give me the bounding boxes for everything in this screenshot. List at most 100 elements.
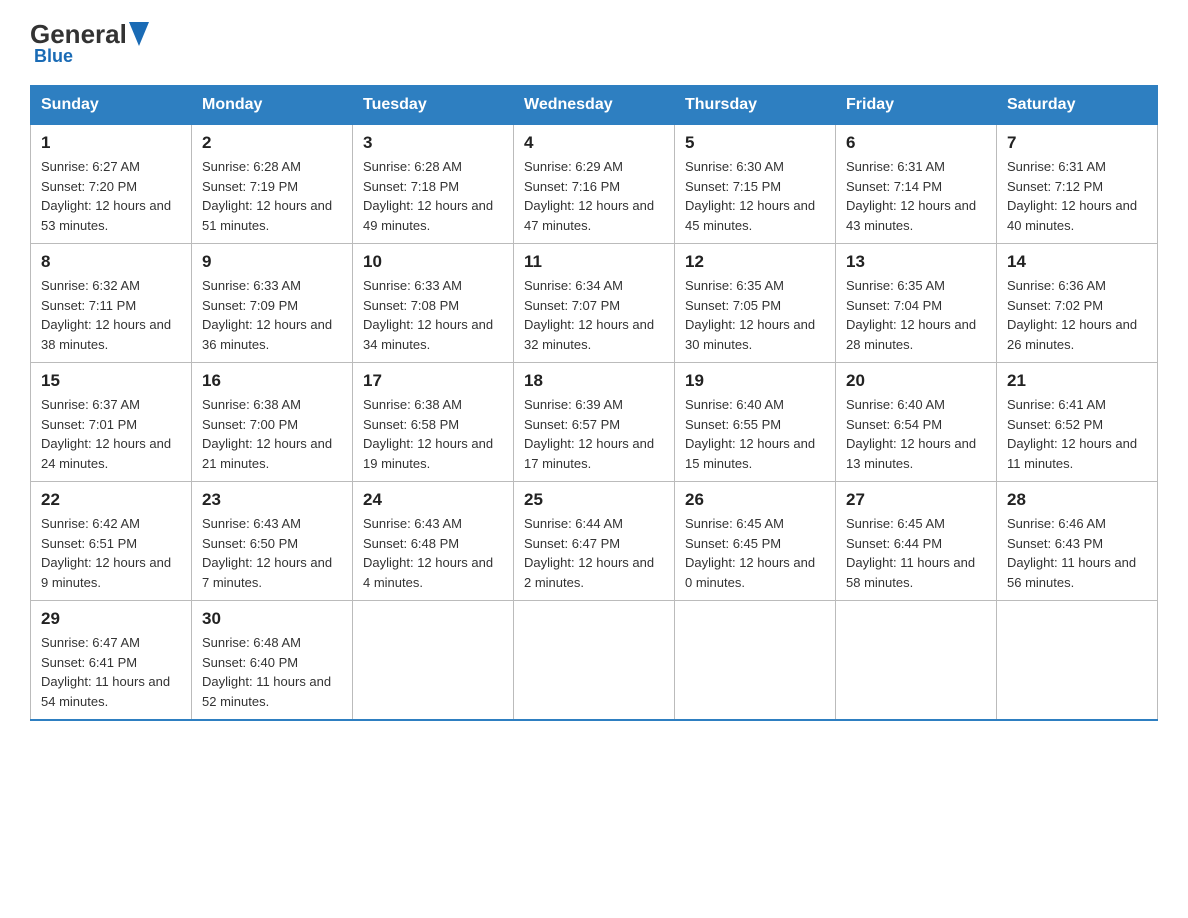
day-number: 23: [202, 490, 342, 510]
day-info: Sunrise: 6:37 AMSunset: 7:01 PMDaylight:…: [41, 395, 181, 473]
day-number: 28: [1007, 490, 1147, 510]
logo-blue-text: Blue: [34, 46, 73, 67]
page-header: General Blue: [30, 20, 1158, 67]
day-info: Sunrise: 6:28 AMSunset: 7:18 PMDaylight:…: [363, 157, 503, 235]
day-number: 7: [1007, 133, 1147, 153]
calendar-cell: 4Sunrise: 6:29 AMSunset: 7:16 PMDaylight…: [514, 125, 675, 244]
calendar-cell: 8 Sunrise: 6:32 AMSunset: 7:11 PMDaylight…: [31, 244, 192, 363]
calendar-cell: 21Sunrise: 6:41 AMSunset: 6:52 PMDayligh…: [997, 363, 1158, 482]
day-number: 30: [202, 609, 342, 629]
day-info: Sunrise: 6:40 AMSunset: 6:55 PMDaylight:…: [685, 395, 825, 473]
calendar-cell: 30 Sunrise: 6:48 AMSunset: 6:40 PMDayligh…: [192, 601, 353, 721]
day-number: 20: [846, 371, 986, 391]
calendar-week-row: 1 Sunrise: 6:27 AMSunset: 7:20 PMDaylight…: [31, 125, 1158, 244]
day-number: 3: [363, 133, 503, 153]
day-number: 10: [363, 252, 503, 272]
calendar-cell: [514, 601, 675, 721]
calendar-week-row: 8 Sunrise: 6:32 AMSunset: 7:11 PMDaylight…: [31, 244, 1158, 363]
day-info: Sunrise: 6:42 AMSunset: 6:51 PMDaylight:…: [41, 514, 181, 592]
calendar-header-row: SundayMondayTuesdayWednesdayThursdayFrid…: [31, 86, 1158, 125]
calendar-cell: 17 Sunrise: 6:38 AMSunset: 6:58 PMDayligh…: [353, 363, 514, 482]
day-number: 2: [202, 133, 342, 153]
day-info: Sunrise: 6:43 AMSunset: 6:48 PMDaylight:…: [363, 514, 503, 592]
header-friday: Friday: [836, 86, 997, 125]
calendar-cell: [675, 601, 836, 721]
day-info: Sunrise: 6:32 AMSunset: 7:11 PMDaylight:…: [41, 276, 181, 354]
day-number: 1: [41, 133, 181, 153]
day-number: 12: [685, 252, 825, 272]
day-info: Sunrise: 6:38 AMSunset: 6:58 PMDaylight:…: [363, 395, 503, 473]
calendar-cell: 15Sunrise: 6:37 AMSunset: 7:01 PMDayligh…: [31, 363, 192, 482]
day-info: Sunrise: 6:31 AMSunset: 7:14 PMDaylight:…: [846, 157, 986, 235]
header-sunday: Sunday: [31, 86, 192, 125]
day-number: 19: [685, 371, 825, 391]
day-info: Sunrise: 6:33 AMSunset: 7:08 PMDaylight:…: [363, 276, 503, 354]
calendar-cell: 11Sunrise: 6:34 AMSunset: 7:07 PMDayligh…: [514, 244, 675, 363]
logo-general-text: General: [30, 21, 127, 47]
calendar-cell: 14Sunrise: 6:36 AMSunset: 7:02 PMDayligh…: [997, 244, 1158, 363]
day-info: Sunrise: 6:47 AMSunset: 6:41 PMDaylight:…: [41, 633, 181, 711]
day-info: Sunrise: 6:39 AMSunset: 6:57 PMDaylight:…: [524, 395, 664, 473]
day-info: Sunrise: 6:31 AMSunset: 7:12 PMDaylight:…: [1007, 157, 1147, 235]
day-number: 27: [846, 490, 986, 510]
logo-triangle-icon: [129, 22, 149, 46]
calendar-cell: [997, 601, 1158, 721]
day-info: Sunrise: 6:33 AMSunset: 7:09 PMDaylight:…: [202, 276, 342, 354]
calendar-cell: 27 Sunrise: 6:45 AMSunset: 6:44 PMDayligh…: [836, 482, 997, 601]
day-info: Sunrise: 6:34 AMSunset: 7:07 PMDaylight:…: [524, 276, 664, 354]
header-thursday: Thursday: [675, 86, 836, 125]
day-number: 18: [524, 371, 664, 391]
calendar-cell: 6 Sunrise: 6:31 AMSunset: 7:14 PMDaylight…: [836, 125, 997, 244]
day-number: 24: [363, 490, 503, 510]
day-info: Sunrise: 6:48 AMSunset: 6:40 PMDaylight:…: [202, 633, 342, 711]
day-info: Sunrise: 6:28 AMSunset: 7:19 PMDaylight:…: [202, 157, 342, 235]
calendar-cell: [836, 601, 997, 721]
calendar-cell: 22Sunrise: 6:42 AMSunset: 6:51 PMDayligh…: [31, 482, 192, 601]
calendar-cell: 28 Sunrise: 6:46 AMSunset: 6:43 PMDayligh…: [997, 482, 1158, 601]
day-info: Sunrise: 6:44 AMSunset: 6:47 PMDaylight:…: [524, 514, 664, 592]
day-info: Sunrise: 6:35 AMSunset: 7:05 PMDaylight:…: [685, 276, 825, 354]
calendar-cell: 24 Sunrise: 6:43 AMSunset: 6:48 PMDayligh…: [353, 482, 514, 601]
day-info: Sunrise: 6:40 AMSunset: 6:54 PMDaylight:…: [846, 395, 986, 473]
calendar-cell: 18 Sunrise: 6:39 AMSunset: 6:57 PMDayligh…: [514, 363, 675, 482]
day-info: Sunrise: 6:45 AMSunset: 6:44 PMDaylight:…: [846, 514, 986, 592]
day-info: Sunrise: 6:38 AMSunset: 7:00 PMDaylight:…: [202, 395, 342, 473]
calendar-week-row: 29 Sunrise: 6:47 AMSunset: 6:41 PMDayligh…: [31, 601, 1158, 721]
calendar-cell: 5Sunrise: 6:30 AMSunset: 7:15 PMDaylight…: [675, 125, 836, 244]
day-info: Sunrise: 6:30 AMSunset: 7:15 PMDaylight:…: [685, 157, 825, 235]
calendar-cell: 25 Sunrise: 6:44 AMSunset: 6:47 PMDayligh…: [514, 482, 675, 601]
header-tuesday: Tuesday: [353, 86, 514, 125]
day-number: 26: [685, 490, 825, 510]
day-number: 16: [202, 371, 342, 391]
header-wednesday: Wednesday: [514, 86, 675, 125]
day-number: 25: [524, 490, 664, 510]
calendar-cell: 2 Sunrise: 6:28 AMSunset: 7:19 PMDaylight…: [192, 125, 353, 244]
day-info: Sunrise: 6:35 AMSunset: 7:04 PMDaylight:…: [846, 276, 986, 354]
day-number: 13: [846, 252, 986, 272]
day-number: 29: [41, 609, 181, 629]
calendar-cell: 13 Sunrise: 6:35 AMSunset: 7:04 PMDayligh…: [836, 244, 997, 363]
header-saturday: Saturday: [997, 86, 1158, 125]
calendar-cell: 16 Sunrise: 6:38 AMSunset: 7:00 PMDayligh…: [192, 363, 353, 482]
calendar-cell: 20 Sunrise: 6:40 AMSunset: 6:54 PMDayligh…: [836, 363, 997, 482]
calendar-cell: 3 Sunrise: 6:28 AMSunset: 7:18 PMDaylight…: [353, 125, 514, 244]
calendar-cell: 7 Sunrise: 6:31 AMSunset: 7:12 PMDaylight…: [997, 125, 1158, 244]
day-number: 6: [846, 133, 986, 153]
day-number: 17: [363, 371, 503, 391]
day-info: Sunrise: 6:45 AMSunset: 6:45 PMDaylight:…: [685, 514, 825, 592]
calendar-cell: 9 Sunrise: 6:33 AMSunset: 7:09 PMDaylight…: [192, 244, 353, 363]
calendar-cell: 10 Sunrise: 6:33 AMSunset: 7:08 PMDayligh…: [353, 244, 514, 363]
calendar-cell: [353, 601, 514, 721]
calendar-cell: 12 Sunrise: 6:35 AMSunset: 7:05 PMDayligh…: [675, 244, 836, 363]
calendar-cell: 19 Sunrise: 6:40 AMSunset: 6:55 PMDayligh…: [675, 363, 836, 482]
day-number: 8: [41, 252, 181, 272]
day-number: 4: [524, 133, 664, 153]
day-info: Sunrise: 6:43 AMSunset: 6:50 PMDaylight:…: [202, 514, 342, 592]
calendar-week-row: 22Sunrise: 6:42 AMSunset: 6:51 PMDayligh…: [31, 482, 1158, 601]
day-info: Sunrise: 6:27 AMSunset: 7:20 PMDaylight:…: [41, 157, 181, 235]
calendar-cell: 26 Sunrise: 6:45 AMSunset: 6:45 PMDayligh…: [675, 482, 836, 601]
day-number: 9: [202, 252, 342, 272]
day-info: Sunrise: 6:41 AMSunset: 6:52 PMDaylight:…: [1007, 395, 1147, 473]
logo: General Blue: [30, 20, 149, 67]
day-info: Sunrise: 6:46 AMSunset: 6:43 PMDaylight:…: [1007, 514, 1147, 592]
